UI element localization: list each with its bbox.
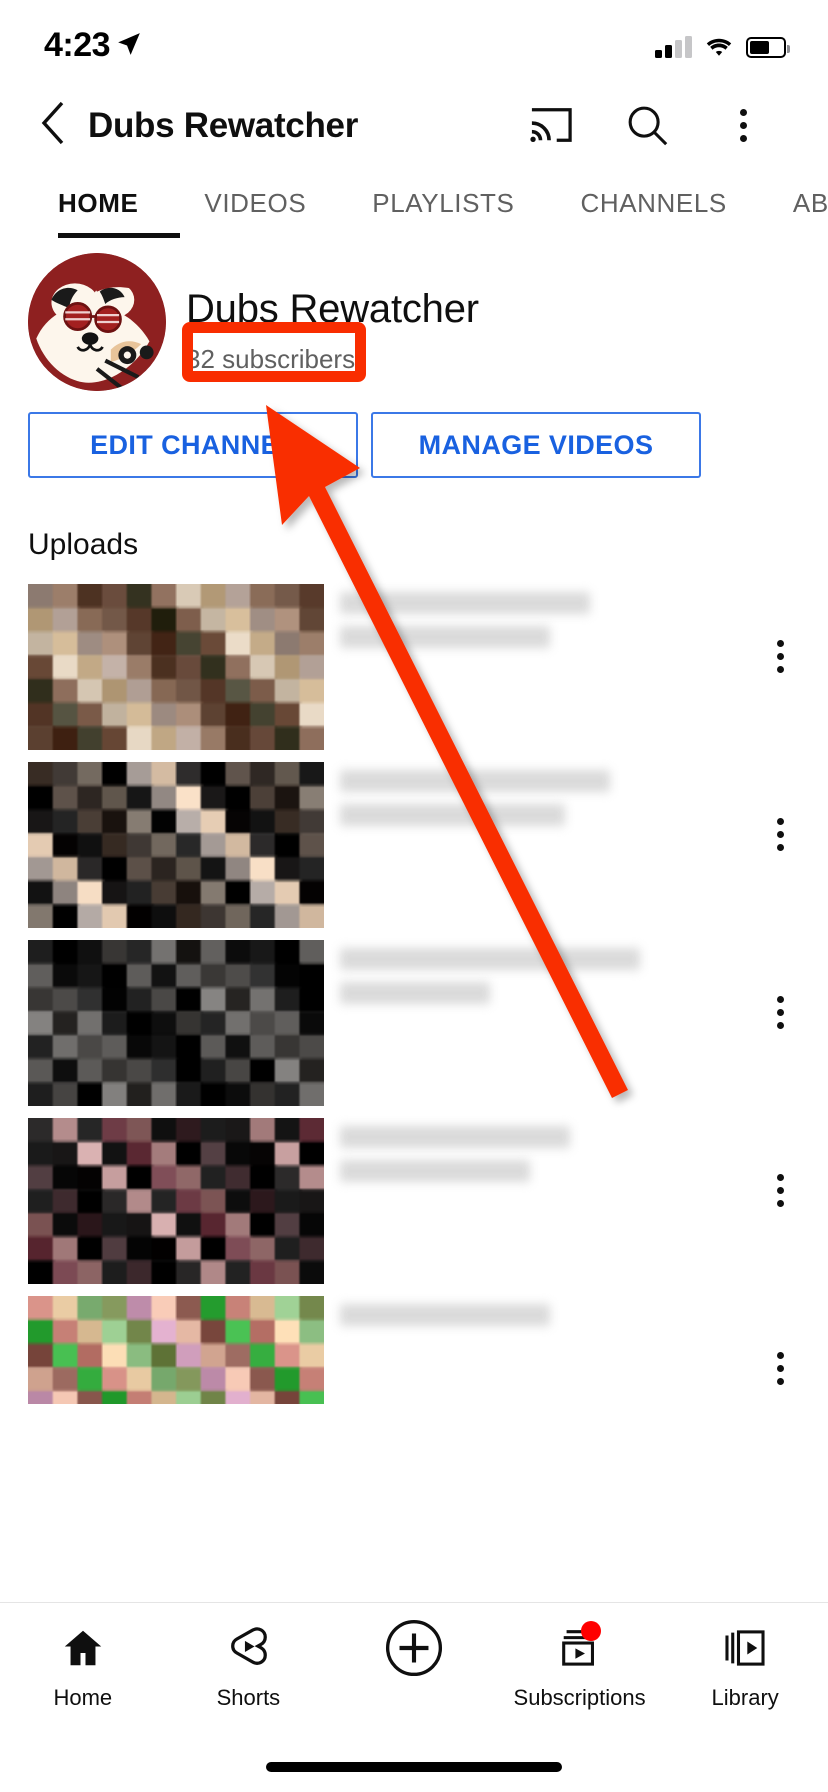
avatar[interactable] <box>28 253 166 391</box>
video-metadata <box>340 592 640 660</box>
page-title: Dubs Rewatcher <box>88 106 359 145</box>
video-title-redacted <box>340 804 565 826</box>
channel-tab-bar: HOME VIDEOS PLAYLISTS CHANNELS ABOUT <box>0 166 828 240</box>
tab-channels[interactable]: CHANNELS <box>580 166 726 240</box>
kebab-menu-icon <box>739 108 747 142</box>
tab-about[interactable]: ABOUT <box>793 166 828 240</box>
home-indicator <box>266 1762 562 1772</box>
video-title-redacted <box>340 626 550 648</box>
video-metadata <box>340 948 640 1016</box>
location-arrow-icon <box>118 33 140 55</box>
video-title-redacted <box>340 592 590 614</box>
video-metadata <box>340 1304 640 1338</box>
video-thumbnail[interactable] <box>28 1296 324 1404</box>
status-time: 4:23 <box>44 26 111 64</box>
video-thumbnail[interactable] <box>28 584 324 750</box>
video-metadata <box>340 770 640 838</box>
video-title-redacted <box>340 1160 530 1182</box>
nav-item-home[interactable]: Home <box>0 1619 166 1739</box>
video-list-item[interactable] <box>0 754 828 932</box>
video-overflow-menu-button[interactable] <box>777 1352 784 1391</box>
status-bar: 4:23 <box>0 0 828 86</box>
status-indicators <box>655 28 790 58</box>
tab-active-underline <box>58 233 180 238</box>
cellular-signal-icon <box>655 36 692 58</box>
video-title-redacted <box>340 948 640 970</box>
nav-item-label: Home <box>53 1685 113 1710</box>
chevron-left-icon <box>41 101 64 145</box>
video-thumbnail[interactable] <box>28 762 324 928</box>
subscriber-count-highlight <box>182 322 366 382</box>
back-button[interactable] <box>22 92 82 154</box>
channel-header: Dubs Rewatcher 32 subscribers <box>0 245 828 405</box>
manage-videos-button[interactable]: MANAGE VIDEOS <box>371 412 701 478</box>
video-metadata <box>340 1126 640 1194</box>
video-overflow-menu-button[interactable] <box>777 640 784 679</box>
battery-icon <box>746 37 790 58</box>
tab-home[interactable]: HOME <box>58 166 138 240</box>
video-title-redacted <box>340 982 490 1004</box>
video-list-item[interactable] <box>0 932 828 1110</box>
nav-item-create[interactable] <box>331 1619 497 1739</box>
video-title-redacted <box>340 1126 570 1148</box>
video-title-redacted <box>340 1304 550 1326</box>
nav-item-label: Shorts <box>216 1685 281 1710</box>
shorts-icon <box>225 1619 271 1677</box>
video-list-item[interactable] <box>0 576 828 754</box>
wifi-icon <box>706 38 732 56</box>
nav-item-library[interactable]: Library <box>662 1619 828 1739</box>
search-icon <box>628 106 668 146</box>
overflow-menu-button[interactable] <box>714 96 772 154</box>
notification-badge <box>580 1621 601 1641</box>
cast-button[interactable] <box>522 96 580 154</box>
uploads-video-list[interactable] <box>0 576 828 1404</box>
subscriptions-icon <box>557 1619 603 1677</box>
tab-playlists[interactable]: PLAYLISTS <box>372 166 514 240</box>
home-icon <box>60 1619 106 1677</box>
tab-videos[interactable]: VIDEOS <box>204 166 306 240</box>
uploads-section-title: Uploads <box>28 528 139 561</box>
nav-item-label: Subscriptions <box>513 1685 646 1710</box>
app-bar: Dubs Rewatcher <box>0 86 828 164</box>
edit-channel-button[interactable]: EDIT CHANNEL <box>28 412 358 478</box>
create-plus-icon <box>383 1619 445 1677</box>
cast-icon <box>530 108 572 142</box>
nav-item-label: Library <box>711 1685 779 1710</box>
search-button[interactable] <box>618 96 676 154</box>
nav-item-subscriptions[interactable]: Subscriptions <box>497 1619 663 1739</box>
video-overflow-menu-button[interactable] <box>777 996 784 1035</box>
video-list-item[interactable] <box>0 1288 828 1404</box>
video-thumbnail[interactable] <box>28 1118 324 1284</box>
video-title-redacted <box>340 770 610 792</box>
channel-action-buttons: EDIT CHANNEL MANAGE VIDEOS <box>0 412 828 478</box>
channel-avatar-image <box>28 253 166 391</box>
video-overflow-menu-button[interactable] <box>777 818 784 857</box>
youtube-channel-screen: 4:23 Dubs Rewatcher HOME VIDEOS PLAYLIST… <box>0 0 828 1792</box>
video-overflow-menu-button[interactable] <box>777 1174 784 1213</box>
video-thumbnail[interactable] <box>28 940 324 1106</box>
bottom-navigation-bar: Home Shorts Subscriptions Library <box>0 1602 828 1792</box>
video-list-item[interactable] <box>0 1110 828 1288</box>
library-icon <box>722 1619 768 1677</box>
nav-item-shorts[interactable]: Shorts <box>166 1619 332 1739</box>
